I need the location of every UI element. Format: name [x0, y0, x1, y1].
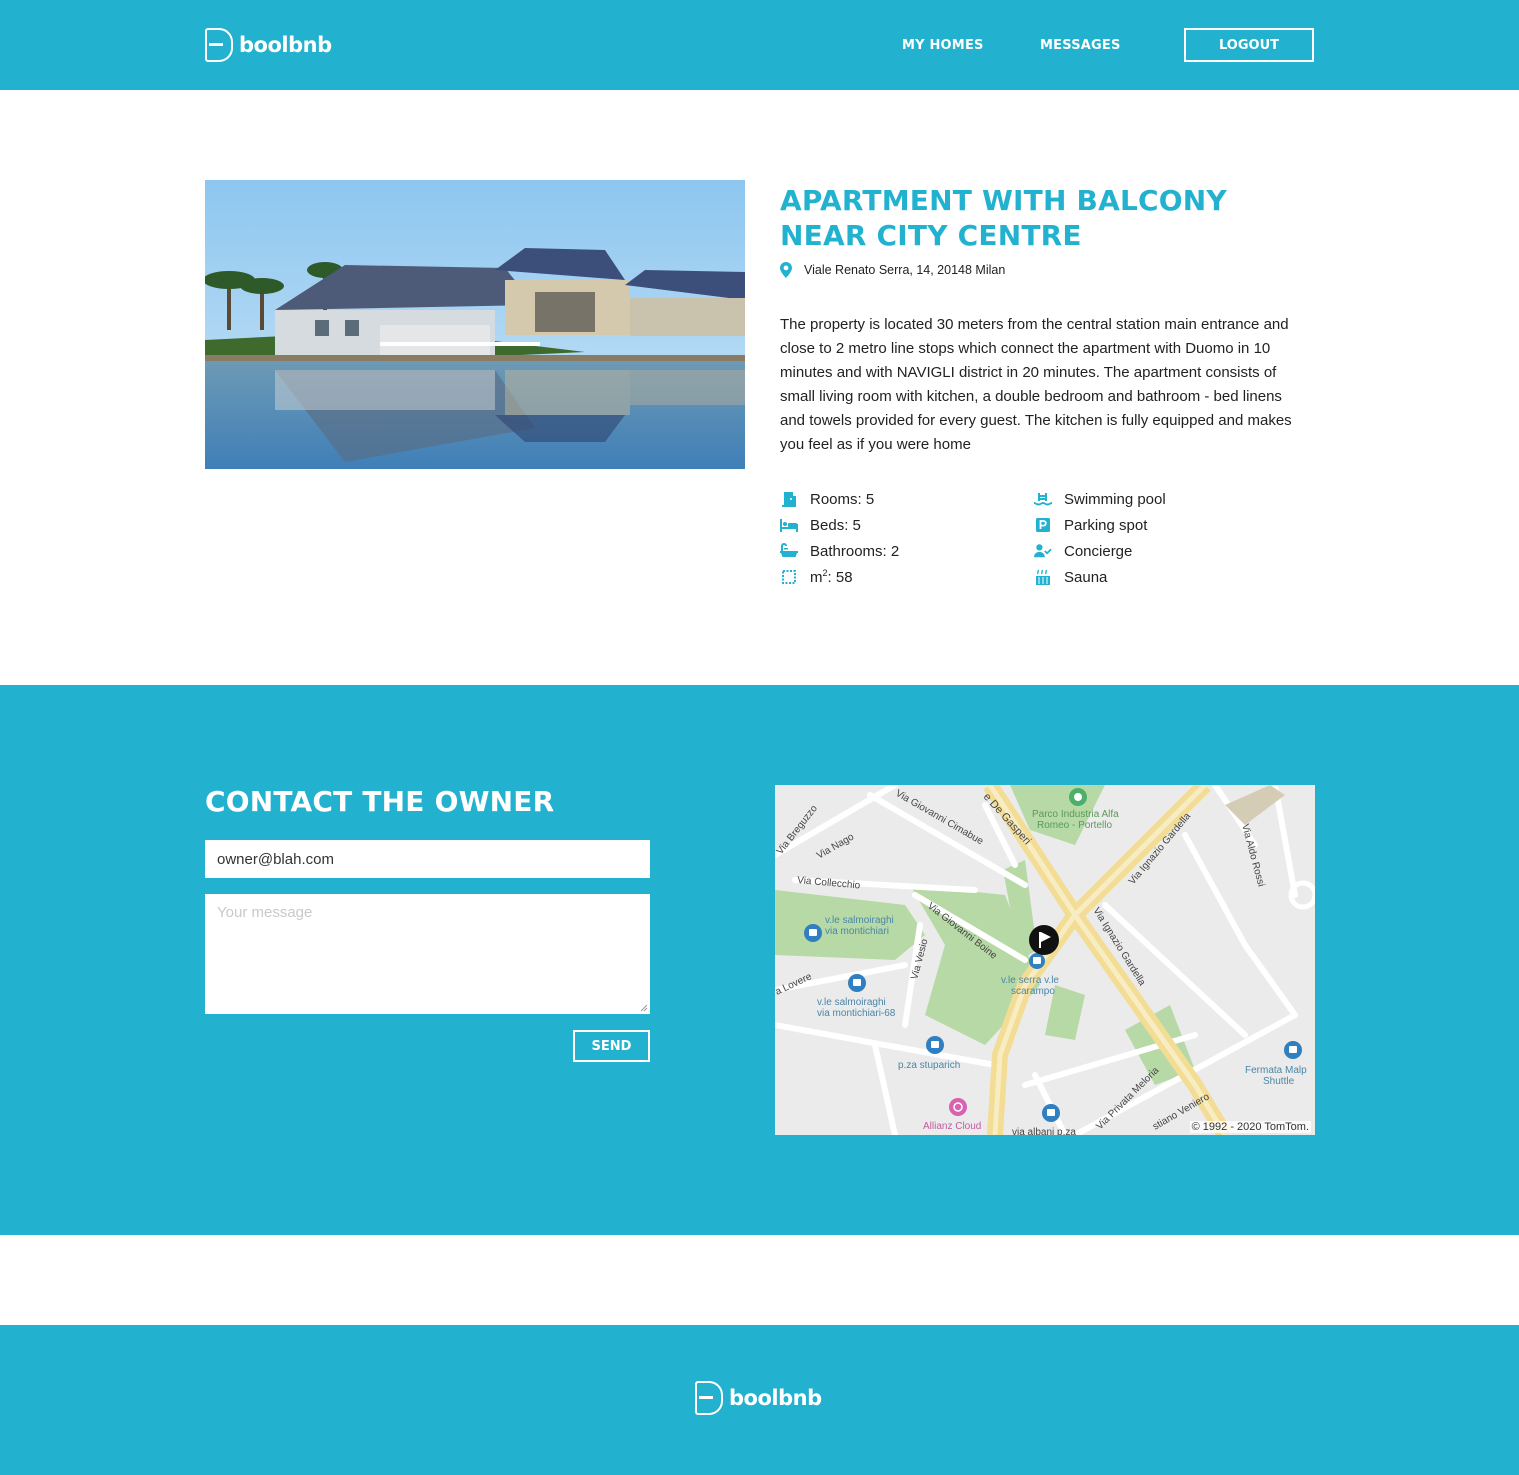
service-sauna-text: Sauna — [1064, 568, 1108, 586]
footer: boolbnb — [0, 1325, 1519, 1475]
address-text: Viale Renato Serra, 14, 20148 Milan — [804, 263, 1006, 277]
spec-rooms: Rooms: 5 — [780, 488, 1034, 510]
b-logo-icon — [695, 1381, 723, 1415]
map-label-salmoiraghi-2: v.le salmoiraghi via montichiari-68 — [817, 997, 896, 1019]
service-parking: Parking spot — [1034, 514, 1310, 536]
parking-icon — [1034, 517, 1052, 533]
listing-features: Rooms: 5 Swimming pool Beds: 5 Parking s… — [780, 488, 1310, 588]
brand-logo[interactable]: boolbnb — [205, 28, 332, 62]
area-icon — [780, 569, 798, 585]
nav-my-homes[interactable]: MY HOMES — [902, 38, 984, 53]
service-sauna: Sauna — [1034, 566, 1310, 588]
contact-title: CONTACT THE OWNER — [205, 785, 555, 818]
location-map[interactable]: e De Gasperi Via Giovanni Cimabue Via Br… — [775, 785, 1315, 1135]
park-tree-icon — [1069, 788, 1087, 806]
spec-area-text: m2: 58 — [810, 568, 853, 586]
spec-beds-text: Beds: 5 — [810, 516, 861, 534]
bus-stop-icon[interactable] — [1042, 1104, 1060, 1122]
b-logo-icon — [205, 28, 233, 62]
logout-button[interactable]: LOGOUT — [1184, 28, 1314, 62]
nav-messages[interactable]: MESSAGES — [1040, 38, 1121, 53]
email-field[interactable] — [205, 840, 650, 878]
contact-section: CONTACT THE OWNER SEND — [0, 685, 1519, 1235]
service-parking-text: Parking spot — [1064, 516, 1148, 534]
message-field[interactable] — [205, 894, 650, 1014]
stadium-icon — [949, 1098, 967, 1116]
property-flag-marker-icon[interactable] — [1029, 925, 1059, 955]
service-pool: Swimming pool — [1034, 488, 1310, 510]
footer-brand-logo[interactable]: boolbnb — [695, 1381, 822, 1415]
resize-grip-icon[interactable] — [638, 1002, 648, 1012]
listing-photo — [205, 180, 745, 469]
bus-stop-icon[interactable] — [1029, 953, 1045, 969]
sauna-icon — [1034, 569, 1052, 585]
service-concierge: Concierge — [1034, 540, 1310, 562]
concierge-user-check-icon — [1034, 543, 1052, 559]
footer-brand-name: boolbnb — [729, 1386, 822, 1410]
send-button[interactable]: SEND — [573, 1030, 650, 1062]
bathtub-icon — [780, 543, 798, 559]
bus-stop-icon[interactable] — [1284, 1041, 1302, 1059]
bed-icon — [780, 517, 798, 533]
service-pool-text: Swimming pool — [1064, 490, 1166, 508]
bus-stop-icon[interactable] — [804, 924, 822, 942]
door-icon — [780, 491, 798, 507]
spec-area: m2: 58 — [780, 566, 1034, 588]
map-copyright: © 1992 - 2020 TomTom. — [1189, 1121, 1311, 1133]
spec-bathrooms-text: Bathrooms: 2 — [810, 542, 900, 560]
location-pin-icon — [780, 262, 792, 278]
listing-address: Viale Renato Serra, 14, 20148 Milan — [780, 262, 1005, 278]
bus-stop-icon[interactable] — [848, 974, 866, 992]
map-label-park: Parco Industria Alfa Romeo - Portello — [1032, 809, 1119, 831]
service-concierge-text: Concierge — [1064, 542, 1133, 560]
map-label-stuparich: p.za stuparich — [898, 1060, 960, 1071]
spec-bathrooms: Bathrooms: 2 — [780, 540, 1034, 562]
brand-name: boolbnb — [239, 33, 332, 57]
map-label-allianz: Allianz Cloud — [923, 1121, 981, 1132]
listing-title: APARTMENT WITH BALCONY NEAR CITY CENTRE — [780, 184, 1227, 252]
map-label-salmoiraghi-1: v.le salmoiraghi via montichiari — [825, 915, 894, 937]
swimming-pool-icon — [1034, 491, 1052, 507]
map-label-albani: via albani p.za — [1012, 1127, 1076, 1135]
spec-rooms-text: Rooms: 5 — [810, 490, 875, 508]
bus-stop-icon[interactable] — [926, 1036, 944, 1054]
spec-beds: Beds: 5 — [780, 514, 1034, 536]
listing-description: The property is located 30 meters from t… — [780, 316, 1292, 453]
header: boolbnb MY HOMES MESSAGES LOGOUT — [0, 0, 1519, 90]
